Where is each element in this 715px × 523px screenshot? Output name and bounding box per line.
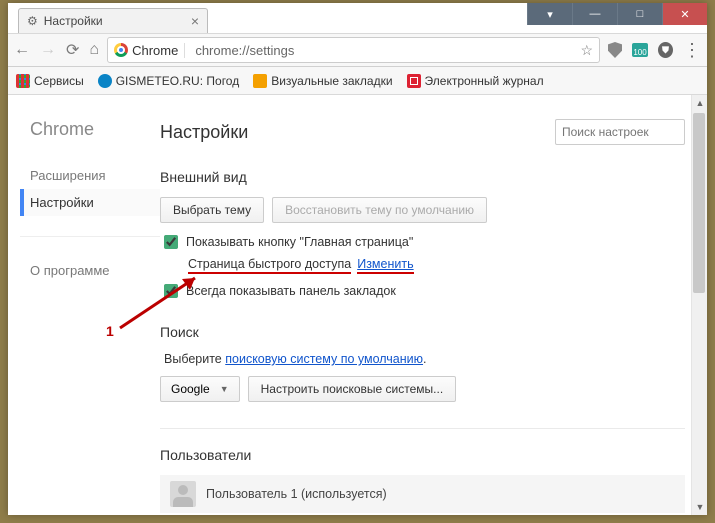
scroll-thumb[interactable]: [693, 113, 705, 293]
scroll-up-icon[interactable]: ▲: [692, 95, 708, 111]
sidebar-item-about[interactable]: О программе: [20, 257, 160, 284]
bookmark-label: GISMETEO.RU: Погод: [116, 74, 240, 88]
back-icon[interactable]: ←: [14, 41, 30, 59]
search-heading: Поиск: [160, 324, 685, 340]
configure-search-button[interactable]: Настроить поисковые системы...: [248, 376, 457, 402]
sidebar-item-extensions[interactable]: Расширения: [20, 162, 160, 189]
search-engine-value: Google: [171, 382, 210, 396]
orange-icon: [253, 74, 267, 88]
nav-icons: ← → ⟳ ⌂: [14, 40, 99, 60]
section-appearance: Внешний вид Выбрать тему Восстановить те…: [160, 169, 685, 298]
reset-theme-button[interactable]: Восстановить тему по умолчанию: [272, 197, 487, 223]
window-minimize-button[interactable]: —: [572, 3, 617, 25]
settings-sidebar: Chrome Расширения Настройки О программе: [20, 119, 160, 515]
reload-icon[interactable]: ⟳: [66, 40, 79, 60]
scrollbar[interactable]: ▲ ▼: [691, 95, 707, 515]
extension-icons: 100 ⛊ ⋮: [608, 40, 701, 61]
tab-strip: ⚙ Настройки ×: [18, 8, 208, 33]
bookmark-journal[interactable]: Электронный журнал: [407, 74, 544, 88]
search-desc-pre: Выберите: [164, 352, 222, 366]
show-bookmarks-label: Всегда показывать панель закладок: [186, 284, 396, 298]
window-maximize-button[interactable]: □: [617, 3, 662, 25]
default-search-link[interactable]: поисковую систему по умолчанию: [225, 352, 423, 366]
toolbar: ← → ⟳ ⌂ Chrome chrome://settings ☆ 100 ⛊…: [8, 33, 707, 67]
show-bookmarks-checkbox[interactable]: [164, 284, 178, 298]
window-dropdown-button[interactable]: ▾: [527, 3, 572, 25]
bookmark-label: Электронный журнал: [425, 74, 544, 88]
bookmark-label: Визуальные закладки: [271, 74, 392, 88]
gear-icon: ⚙: [27, 14, 38, 28]
change-link[interactable]: Изменить: [357, 257, 413, 274]
annotation-number: 1: [106, 323, 114, 339]
menu-icon[interactable]: ⋮: [683, 40, 701, 61]
choose-theme-button[interactable]: Выбрать тему: [160, 197, 264, 223]
user-row[interactable]: Пользователь 1 (используется): [160, 475, 685, 513]
tab-settings[interactable]: ⚙ Настройки ×: [18, 8, 208, 33]
content-area: Chrome Расширения Настройки О программе …: [8, 95, 707, 515]
teal-extension-icon[interactable]: 100: [632, 43, 648, 57]
search-settings-input[interactable]: [555, 119, 685, 145]
appearance-heading: Внешний вид: [160, 169, 685, 185]
sidebar-item-settings[interactable]: Настройки: [20, 189, 160, 216]
home-icon[interactable]: ⌂: [89, 41, 99, 59]
section-search: Поиск Выберите поисковую систему по умол…: [160, 324, 685, 402]
settings-main: Настройки Внешний вид Выбрать тему Восст…: [160, 119, 695, 515]
bookmarks-bar: Сервисы GISMETEO.RU: Погод Визуальные за…: [8, 67, 707, 95]
window-controls: ▾ — □ ✕: [527, 3, 707, 25]
shield-icon[interactable]: [608, 42, 622, 58]
close-tab-icon[interactable]: ×: [191, 13, 199, 29]
sidebar-divider: [20, 236, 160, 237]
chevron-down-icon: ▼: [220, 384, 229, 394]
show-bookmarks-checkbox-row[interactable]: Всегда показывать панель закладок: [164, 284, 685, 298]
quick-access-row: Страница быстрого доступа Изменить: [188, 257, 685, 274]
user-name: Пользователь 1 (используется): [206, 487, 387, 501]
browser-window: ⚙ Настройки × ▾ — □ ✕ ← → ⟳ ⌂ Chrome chr…: [8, 3, 707, 515]
sidebar-brand: Chrome: [20, 119, 160, 140]
journal-icon: [407, 74, 421, 88]
chrome-logo-icon: [114, 43, 128, 57]
forward-icon[interactable]: →: [40, 41, 56, 59]
omnibox[interactable]: Chrome chrome://settings ☆: [107, 37, 600, 63]
avatar: [170, 481, 196, 507]
bookmark-services[interactable]: Сервисы: [16, 74, 84, 88]
window-close-button[interactable]: ✕: [662, 3, 707, 25]
show-home-label: Показывать кнопку "Главная страница": [186, 235, 413, 249]
search-engine-select[interactable]: Google ▼: [160, 376, 240, 402]
apps-icon: [16, 74, 30, 88]
bookmark-visual[interactable]: Визуальные закладки: [253, 74, 392, 88]
bookmark-star-icon[interactable]: ☆: [580, 42, 593, 59]
show-home-checkbox[interactable]: [164, 235, 178, 249]
omnibox-origin-label: Chrome: [132, 43, 185, 58]
bookmark-gismeteo[interactable]: GISMETEO.RU: Погод: [98, 74, 240, 88]
bookmark-label: Сервисы: [34, 74, 84, 88]
page-title: Настройки: [160, 122, 248, 143]
scroll-down-icon[interactable]: ▼: [692, 499, 708, 515]
show-home-checkbox-row[interactable]: Показывать кнопку "Главная страница": [164, 235, 685, 249]
droplet-icon: [98, 74, 112, 88]
titlebar: ⚙ Настройки × ▾ — □ ✕: [8, 3, 707, 33]
quick-access-text: Страница быстрого доступа: [188, 257, 351, 274]
tab-title: Настройки: [44, 14, 185, 28]
section-users: Пользователи Пользователь 1 (используетс…: [160, 428, 685, 513]
users-heading: Пользователи: [160, 447, 685, 463]
omnibox-url: chrome://settings: [189, 43, 576, 58]
ublock-icon[interactable]: ⛊: [658, 42, 673, 58]
